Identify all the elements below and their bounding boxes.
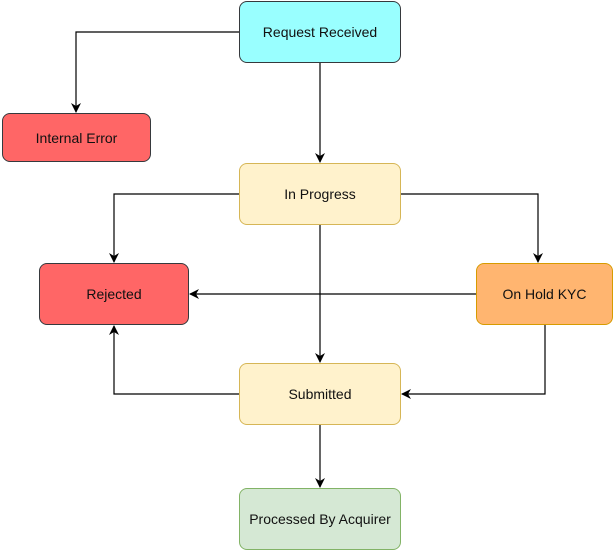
node-submitted[interactable]: Submitted: [239, 363, 401, 425]
node-on-hold-kyc[interactable]: On Hold KYC: [476, 263, 613, 325]
node-label: On Hold KYC: [502, 286, 587, 302]
node-label: In Progress: [284, 186, 356, 202]
node-label: Submitted: [288, 386, 352, 402]
node-label: Processed By Acquirer: [249, 511, 391, 527]
node-rejected[interactable]: Rejected: [39, 263, 189, 325]
edge-on-hold-to-submitted: [401, 325, 546, 399]
node-processed-by-acquirer[interactable]: Processed By Acquirer: [239, 488, 401, 550]
edge-submitted-to-rejected: [109, 325, 239, 395]
node-label: Internal Error: [35, 129, 118, 146]
edge-request-to-internal-error: [71, 31, 239, 113]
node-label: Rejected: [86, 286, 142, 302]
node-request-received[interactable]: Request Received: [239, 1, 401, 63]
node-internal-error[interactable]: Internal Error: [2, 113, 151, 162]
node-in-progress[interactable]: In Progress: [239, 163, 401, 225]
edge-in-progress-to-rejected: [109, 193, 239, 263]
edge-in-progress-to-on-hold: [401, 193, 543, 263]
node-label: Request Received: [262, 24, 378, 40]
